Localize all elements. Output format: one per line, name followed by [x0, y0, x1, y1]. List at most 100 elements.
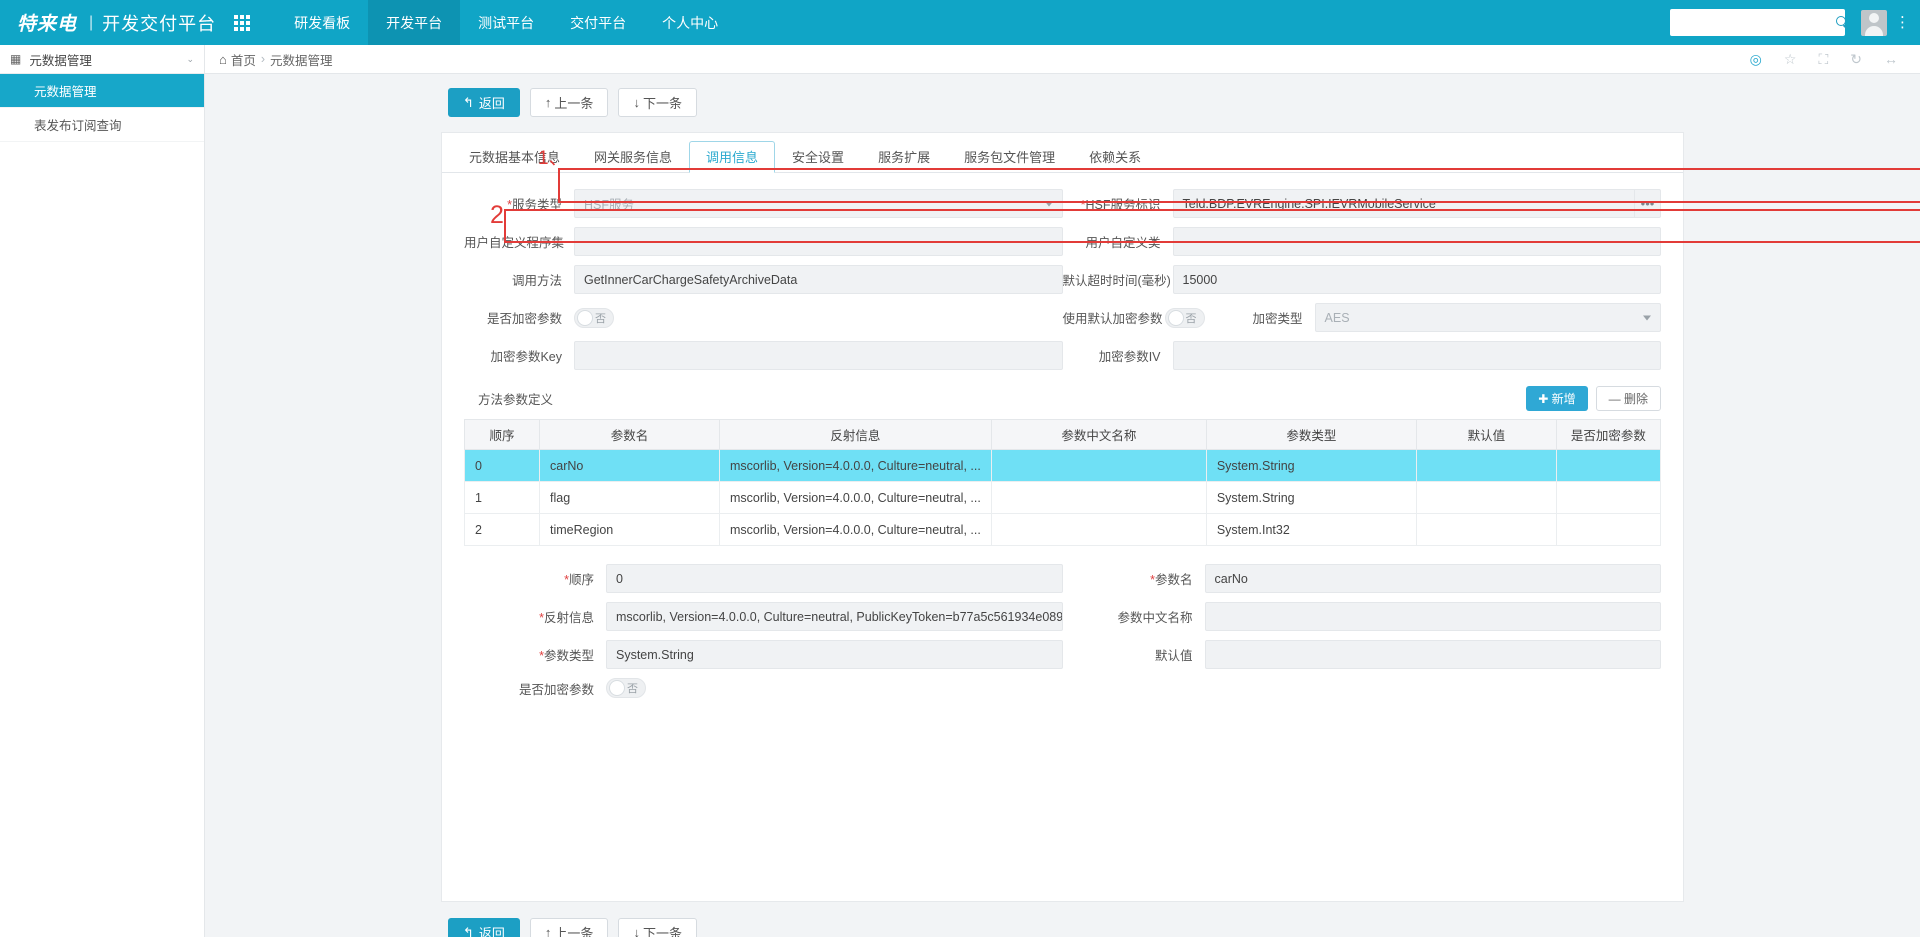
chevron-down-icon[interactable]: ⌄ — [186, 54, 194, 65]
prev-record-button[interactable]: ↑ 上一条 — [529, 88, 609, 117]
next-record-button-bottom[interactable]: ↓ 下一条 — [618, 918, 697, 937]
cell-param-cn-name — [990, 513, 1207, 546]
search-box[interactable] — [1670, 9, 1846, 36]
breadcrumb-current: 元数据管理 — [270, 53, 333, 68]
field-detail-param-type: *参数类型 System.String — [464, 640, 1063, 669]
sidebar-item-label: 表发布订阅查询 — [34, 119, 122, 133]
detail-default-value-input[interactable] — [1204, 640, 1661, 669]
next-record-label: 下一条 — [642, 96, 682, 111]
avatar[interactable] — [1861, 9, 1887, 36]
sidebar-item-metadata-management[interactable]: 元数据管理 — [0, 74, 204, 108]
back-button[interactable]: ↰ 返回 — [448, 88, 520, 117]
prev-record-button-bottom[interactable]: ↑ 上一条 — [529, 918, 609, 937]
more-menu-icon[interactable]: ⋮ — [1895, 15, 1910, 30]
nav-item-kaifapingtai[interactable]: 开发平台 — [368, 0, 461, 45]
hsf-id-browse-button[interactable]: ••• — [1634, 190, 1660, 217]
help-icon[interactable]: ◎ — [1750, 51, 1762, 68]
cell-order: 0 — [464, 449, 540, 482]
col-param-name[interactable]: 参数名 — [539, 419, 720, 450]
encrypt-iv-input[interactable] — [1172, 341, 1661, 370]
home-icon[interactable]: ⌂ — [219, 52, 227, 67]
encrypt-type-select[interactable]: AES — [1314, 303, 1661, 332]
col-order[interactable]: 顺序 — [464, 419, 540, 450]
back-button-bottom[interactable]: ↰ 返回 — [448, 918, 520, 937]
apps-grid-icon[interactable] — [234, 14, 251, 31]
user-class-input[interactable] — [1172, 227, 1661, 256]
tab-gateway-service-info[interactable]: 网关服务信息 — [577, 141, 689, 173]
field-call-method: 调用方法 GetInnerCarChargeSafetyArchiveData — [464, 265, 1063, 294]
top-toolbar: ↰ 返回 ↑ 上一条 ↓ 下一条 — [205, 88, 1920, 117]
nav-item-gerenzhongxin[interactable]: 个人中心 — [644, 0, 736, 45]
user-assembly-input[interactable] — [574, 227, 1063, 256]
call-method-input[interactable]: GetInnerCarChargeSafetyArchiveData — [574, 265, 1063, 294]
chevron-down-icon[interactable] — [1044, 201, 1053, 206]
encrypt-params-toggle[interactable]: 否 — [574, 307, 614, 328]
delete-param-button[interactable]: — 删除 — [1595, 386, 1661, 411]
param-table-header-row: 方法参数定义 ✚ 新增 — 删除 — [464, 386, 1661, 411]
arrow-up-icon: ↑ — [544, 925, 552, 937]
nav-item-jiaofupingtai[interactable]: 交付平台 — [552, 0, 644, 45]
user-class-control — [1172, 227, 1661, 256]
detail-param-name-input[interactable]: carNo — [1204, 564, 1661, 593]
tab-bar: 元数据基本信息 网关服务信息 调用信息 安全设置 服务扩展 服务包文件管理 依赖… — [442, 133, 1683, 173]
refresh-icon[interactable]: ↻ — [1850, 51, 1862, 68]
detail-reflect-info-input[interactable]: mscorlib, Version=4.0.0.0, Culture=neutr… — [606, 602, 1063, 631]
detail-is-encrypt-toggle[interactable]: 否 — [606, 678, 646, 698]
col-param-type[interactable]: 参数类型 — [1205, 419, 1417, 450]
call-method-control: GetInnerCarChargeSafetyArchiveData — [574, 265, 1063, 294]
field-encrypt-key: 加密参数Key — [464, 341, 1063, 370]
sidebar-group-header[interactable]: ▦ 元数据管理 ⌄ — [0, 45, 204, 74]
default-timeout-value: 15000 — [1182, 272, 1218, 287]
tab-dependency-relation[interactable]: 依赖关系 — [1072, 141, 1158, 173]
add-param-button[interactable]: ✚ 新增 — [1526, 386, 1588, 411]
hsf-id-value: Teld.BDP.EVREngine.SPI.IEVRMobileService — [1182, 196, 1436, 211]
tab-security-settings[interactable]: 安全设置 — [775, 141, 861, 173]
fullscreen-icon[interactable]: ⛶ — [1818, 51, 1828, 68]
col-default-value[interactable]: 默认值 — [1415, 419, 1557, 450]
use-default-encrypt-toggle[interactable]: 否 — [1164, 307, 1205, 328]
table-row[interactable]: 1 flag mscorlib, Version=4.0.0.0, Cultur… — [464, 481, 1662, 514]
detail-order-input[interactable]: 0 — [606, 564, 1063, 593]
breadcrumb-home[interactable]: 首页 — [231, 50, 256, 69]
tab-metadata-basic-info[interactable]: 元数据基本信息 — [452, 141, 577, 173]
sidebar-item-table-subscription-query[interactable]: 表发布订阅查询 — [0, 108, 204, 142]
bottom-toolbar: ↰ 返回 ↑ 上一条 ↓ 下一条 — [205, 902, 1920, 937]
content-area: ⌂ 首页 › 元数据管理 ◎ ☆ ⛶ ↻ ↔ ↰ 返回 ↑ 上一条 ↓ 下一条 … — [205, 45, 1920, 937]
detail-param-cn-name-input[interactable] — [1204, 602, 1661, 631]
back-arrow-icon: ↰ — [463, 924, 474, 937]
chevron-down-icon[interactable] — [1643, 315, 1651, 320]
encrypt-key-input[interactable] — [574, 341, 1063, 370]
star-icon[interactable]: ☆ — [1784, 51, 1797, 68]
nav-item-ceshipingtai[interactable]: 测试平台 — [460, 0, 552, 45]
toggle-knob — [609, 680, 625, 696]
table-row[interactable]: 0 carNo mscorlib, Version=4.0.0.0, Cultu… — [464, 449, 1662, 482]
service-type-select[interactable]: HSF服务 — [574, 189, 1063, 218]
field-detail-param-cn-name: 参数中文名称 — [1063, 602, 1661, 631]
tab-service-package-file-management[interactable]: 服务包文件管理 — [947, 141, 1072, 173]
default-timeout-input[interactable]: 15000 — [1172, 265, 1661, 294]
param-table-title: 方法参数定义 — [478, 393, 554, 407]
cell-order: 2 — [464, 513, 540, 546]
collapse-icon[interactable]: ↔ — [1884, 51, 1898, 67]
param-table: 顺序 参数名 反射信息 参数中文名称 参数类型 默认值 是否加密参数 0 car… — [464, 419, 1662, 546]
col-is-encrypt[interactable]: 是否加密参数 — [1555, 419, 1662, 450]
col-reflect-info[interactable]: 反射信息 — [719, 419, 992, 450]
encrypt-params-state: 否 — [595, 312, 606, 325]
detail-row-spacer — [1063, 678, 1662, 698]
tab-service-extension[interactable]: 服务扩展 — [861, 141, 947, 173]
col-param-cn-name[interactable]: 参数中文名称 — [990, 419, 1207, 450]
field-detail-default-value: 默认值 — [1063, 640, 1661, 669]
detail-order-label: *顺序 — [564, 573, 594, 587]
hsf-id-input[interactable]: Teld.BDP.EVREngine.SPI.IEVRMobileService — [1172, 189, 1661, 218]
param-table-body: 0 carNo mscorlib, Version=4.0.0.0, Cultu… — [464, 449, 1662, 546]
next-record-button[interactable]: ↓ 下一条 — [618, 88, 697, 117]
search-icon[interactable] — [1836, 16, 1846, 29]
nav-item-yanfakanban[interactable]: 研发看板 — [276, 0, 368, 45]
search-input[interactable] — [1677, 14, 1836, 31]
arrow-down-icon: ↓ — [633, 95, 640, 110]
field-encrypt-params: 是否加密参数 否 — [464, 303, 1063, 332]
table-row[interactable]: 2 timeRegion mscorlib, Version=4.0.0.0, … — [464, 513, 1662, 546]
tab-call-info[interactable]: 调用信息 — [689, 141, 776, 173]
detail-param-type-input[interactable]: System.String — [606, 640, 1063, 669]
cell-reflect-info: mscorlib, Version=4.0.0.0, Culture=neutr… — [719, 481, 992, 514]
